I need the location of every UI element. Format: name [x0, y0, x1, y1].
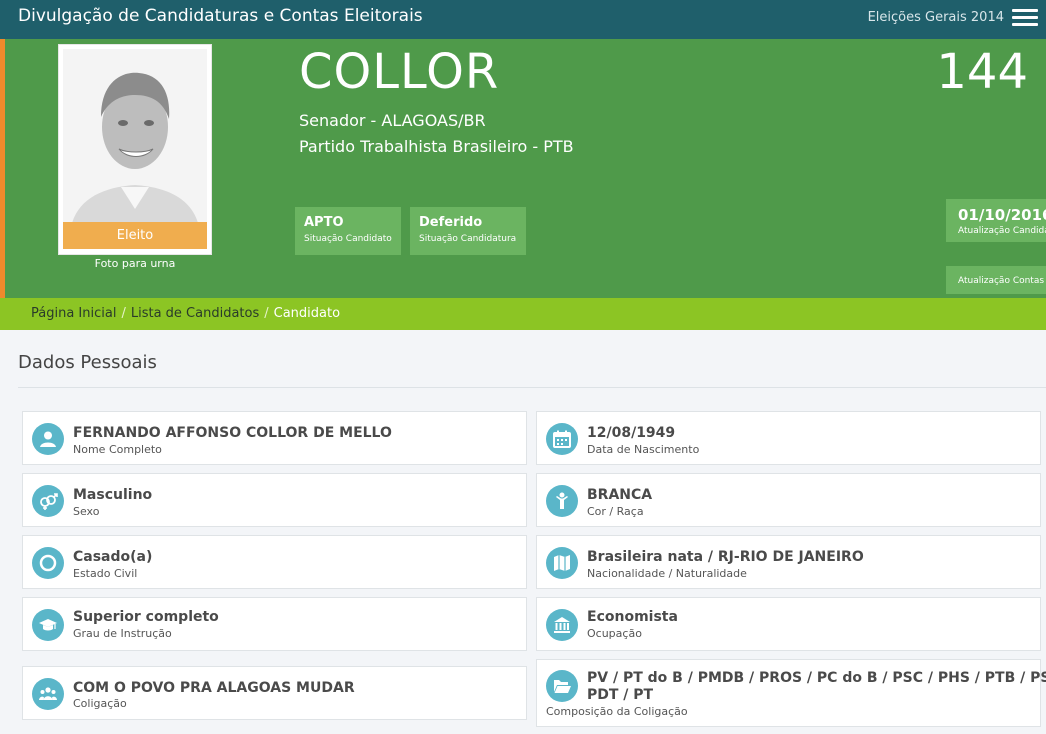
detail-label: Ocupação [587, 627, 642, 640]
detail-card-coalition-composition: PV / PT do B / PMDB / PROS / PC do B / P… [536, 659, 1046, 727]
ring-icon [32, 547, 64, 579]
detail-card-race: BRANCA Cor / Raça [536, 473, 1041, 527]
detail-card-sex: Masculino Sexo [22, 473, 527, 527]
detail-value: BRANCA [587, 487, 653, 503]
calendar-icon [546, 423, 578, 455]
hamburger-icon[interactable] [1012, 9, 1038, 27]
breadcrumb-candidate-list[interactable]: Lista de Candidatos [131, 306, 259, 321]
candidate-name: COLLOR [299, 44, 500, 100]
detail-label: Composição da Coligação [546, 705, 688, 718]
detail-value: Masculino [73, 487, 153, 503]
candidate-status-value: APTO [304, 215, 344, 230]
detail-value: Economista [587, 609, 678, 625]
detail-card-coalition: COM O POVO PRA ALAGOAS MUDAR Coligação [22, 666, 527, 720]
detail-value: Casado(a) [73, 549, 153, 565]
detail-label: Estado Civil [73, 567, 138, 580]
section-title: Dados Pessoais [18, 352, 157, 373]
institution-icon [546, 609, 578, 641]
left-accent-bar [0, 39, 5, 298]
top-navbar: Divulgação de Candidaturas e Contas Elei… [0, 0, 1046, 39]
detail-value: Brasileira nata / RJ-RIO DE JANEIRO [587, 549, 864, 565]
folder-open-icon [546, 670, 578, 702]
group-icon [32, 678, 64, 710]
detail-value-continued: PDT / PT [587, 687, 654, 703]
candidate-status-label: Situação Candidato [304, 234, 392, 244]
breadcrumb: Página Inicial / Lista de Candidatos / Candi… [0, 298, 1046, 330]
detail-value: 12/08/1949 [587, 425, 676, 441]
candidate-status-box: APTO Situação Candidato [295, 207, 401, 255]
candidate-header: Eleito Foto para urna COLLOR 144 Senador… [0, 39, 1046, 298]
detail-card-birth-date: 12/08/1949 Data de Nascimento [536, 411, 1041, 465]
detail-card-nationality: Brasileira nata / RJ-RIO DE JANEIRO Naci… [536, 535, 1041, 589]
candidate-number: 144 [936, 44, 1028, 100]
candidacy-status-box: Deferido Situação Candidatura [410, 207, 526, 255]
detail-label: Grau de Instrução [73, 627, 172, 640]
elected-badge: Eleito [63, 222, 207, 249]
detail-value: FERNANDO AFFONSO COLLOR DE MELLO [73, 425, 392, 441]
detail-card-marital-status: Casado(a) Estado Civil [22, 535, 527, 589]
breadcrumb-separator: / [121, 306, 126, 321]
detail-label: Sexo [73, 505, 100, 518]
candidate-photo [63, 49, 207, 227]
user-icon [32, 423, 64, 455]
detail-value: COM O POVO PRA ALAGOAS MUDAR [73, 680, 355, 696]
detail-card-education: Superior completo Grau de Instrução [22, 597, 527, 651]
breadcrumb-current: Candidato [273, 306, 341, 321]
update-label: Atualização Candidato [958, 226, 1046, 236]
photo-caption: Foto para urna [94, 257, 176, 270]
candidacy-status-value: Deferido [419, 215, 483, 230]
detail-label: Cor / Raça [587, 505, 644, 518]
candidacy-status-label: Situação Candidatura [419, 234, 517, 244]
accounts-update-box: Atualização Contas [946, 266, 1046, 294]
graduation-cap-icon [32, 609, 64, 641]
election-label: Eleições Gerais 2014 [867, 10, 1004, 25]
gender-icon [32, 485, 64, 517]
breadcrumb-home[interactable]: Página Inicial [31, 306, 116, 321]
detail-value: Superior completo [73, 609, 219, 625]
update-date: 01/10/2016 [958, 206, 1046, 224]
candidate-office: Senador - ALAGOAS/BR [299, 111, 486, 130]
detail-label: Coligação [73, 697, 127, 710]
detail-label: Data de Nascimento [587, 443, 700, 456]
candidate-photo-card: Eleito [58, 44, 212, 255]
person-icon [546, 485, 578, 517]
map-icon [546, 547, 578, 579]
breadcrumb-separator: / [264, 306, 269, 321]
detail-card-occupation: Economista Ocupação [536, 597, 1041, 651]
detail-card-full-name: FERNANDO AFFONSO COLLOR DE MELLO Nome Co… [22, 411, 527, 465]
detail-value: PV / PT do B / PMDB / PROS / PC do B / P… [587, 670, 1046, 686]
section-divider [18, 387, 1046, 388]
detail-label: Nome Completo [73, 443, 162, 456]
site-title[interactable]: Divulgação de Candidaturas e Contas Elei… [18, 6, 423, 26]
candidate-update-box: 01/10/2016 Atualização Candidato [946, 199, 1046, 242]
detail-label: Nacionalidade / Naturalidade [587, 567, 747, 580]
candidate-party: Partido Trabalhista Brasileiro - PTB [299, 137, 574, 156]
